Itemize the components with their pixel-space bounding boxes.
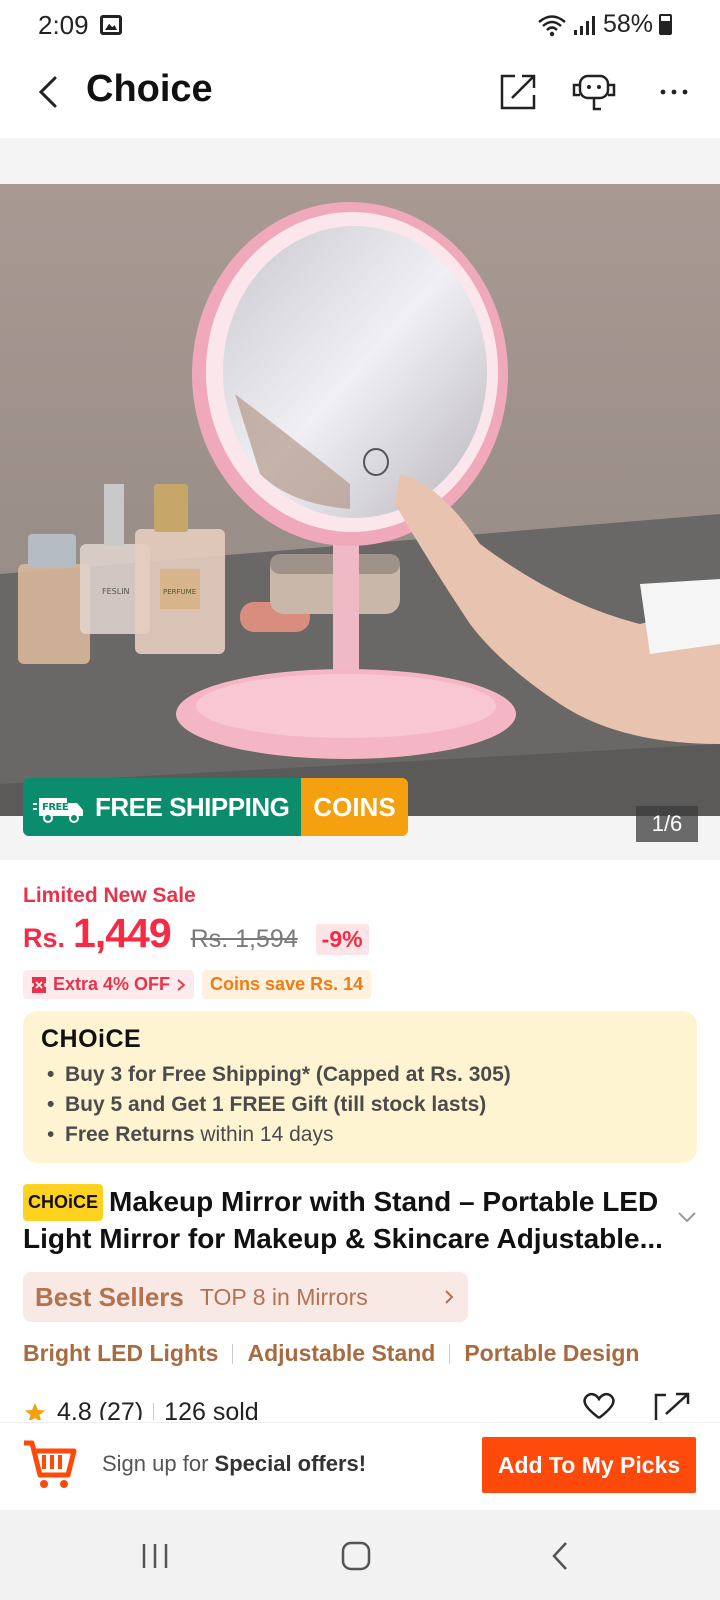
rating-score: 4.8 (27): [57, 1398, 144, 1420]
product-title-text: Makeup Mirror with Stand – Portable LED …: [23, 1186, 663, 1254]
truck-icon: FREE: [33, 798, 83, 823]
product-image-carousel[interactable]: FESLIN PERFUME: [0, 184, 720, 816]
perfume-label: PERFUME: [163, 588, 196, 596]
bottom-action-bar: Sign up for Special offers! Add To My Pi…: [0, 1422, 720, 1510]
free-mini-label: FREE: [42, 802, 69, 813]
battery-percent: 58%: [602, 10, 653, 38]
recent-apps-icon: [142, 1544, 168, 1568]
benefit-free-returns: Free Returns within 14 days: [41, 1120, 679, 1150]
choice-inline-badge: CHOiCE: [23, 1184, 104, 1221]
best-sellers-pill[interactable]: Best Sellers TOP 8 in Mirrors: [23, 1272, 468, 1322]
feature-tag: Adjustable Stand: [247, 1340, 436, 1366]
promo-row: Extra 4% OFF Coins save Rs. 14: [23, 970, 372, 999]
divider: [232, 1343, 234, 1364]
original-price: Rs. 1,594: [190, 925, 298, 953]
feature-tags: Bright LED Lights Adjustable Stand Porta…: [23, 1340, 639, 1367]
feature-tag: Portable Design: [464, 1340, 640, 1366]
extra-off-text: Extra 4% OFF: [53, 974, 171, 994]
extra-off-tag[interactable]: Extra 4% OFF: [23, 970, 195, 999]
coins-badge: COINS: [301, 778, 408, 836]
product-title[interactable]: CHOiCE Makeup Mirror with Stand – Portabl…: [23, 1184, 673, 1256]
home-icon: [341, 1541, 371, 1571]
share-button[interactable]: [494, 68, 542, 116]
recent-apps-button[interactable]: [133, 1534, 177, 1578]
app-header: Choice: [0, 52, 720, 138]
star-icon: [25, 1402, 45, 1420]
sale-label: Limited New Sale: [23, 884, 196, 907]
signup-prefix: Sign up for: [102, 1451, 215, 1476]
signal-icon: [573, 15, 595, 35]
price-row: Rs. 1,449 Rs. 1,594 -9%: [23, 910, 369, 957]
free-shipping-badge: FREE FREE SHIPPING: [23, 778, 302, 836]
more-dots-icon: [660, 89, 688, 95]
perfume-brand-label: FESLIN: [102, 587, 130, 596]
discount-badge: -9%: [315, 924, 369, 955]
share-icon: [500, 74, 536, 110]
chevron-right-icon: [445, 1290, 454, 1304]
battery-icon: [659, 14, 672, 35]
share-icon[interactable]: [652, 1392, 692, 1420]
current-price: 1,449: [73, 910, 172, 956]
signup-bold: Special offers!: [214, 1451, 367, 1476]
chat-bot-icon: [572, 74, 616, 111]
coins-save-tag: Coins save Rs. 14: [202, 970, 372, 999]
sold-count: 126 sold: [164, 1398, 259, 1420]
home-button[interactable]: [334, 1534, 378, 1578]
choice-benefits-list: Buy 3 for Free Shipping* (Capped at Rs. …: [41, 1060, 679, 1150]
choice-logo: CHOiCE: [41, 1025, 142, 1053]
best-sellers-title: Best Sellers: [35, 1281, 184, 1312]
divider: [153, 1402, 155, 1420]
price-currency: Rs.: [23, 923, 66, 953]
add-to-my-picks-button[interactable]: Add To My Picks: [482, 1437, 696, 1493]
status-bar: 2:09 58%: [0, 0, 720, 52]
chevron-down-icon[interactable]: [676, 1210, 698, 1224]
more-options-button[interactable]: [650, 68, 698, 116]
back-button[interactable]: [26, 70, 70, 114]
product-photo: FESLIN PERFUME: [0, 184, 720, 816]
signup-text[interactable]: Sign up for Special offers!: [102, 1451, 366, 1477]
heart-icon[interactable]: [580, 1392, 618, 1420]
system-back-button[interactable]: [538, 1534, 582, 1578]
free-returns-bold: Free Returns: [65, 1123, 195, 1146]
best-sellers-rank: TOP 8 in Mirrors: [199, 1283, 368, 1310]
page-title: Choice: [86, 68, 213, 110]
chevron-right-icon: [177, 978, 186, 991]
benefit-free-shipping: Buy 3 for Free Shipping* (Capped at Rs. …: [41, 1060, 679, 1090]
benefit-free-gift: Buy 5 and Get 1 FREE Gift (till stock la…: [41, 1090, 679, 1120]
choice-benefits-box: CHOiCE Buy 3 for Free Shipping* (Capped …: [23, 1011, 697, 1163]
cart-icon[interactable]: [22, 1437, 78, 1493]
system-nav-bar: [0, 1510, 720, 1600]
customer-service-button[interactable]: [570, 68, 618, 116]
coupon-icon: [32, 976, 46, 993]
gallery-notification-icon: [100, 15, 122, 35]
free-shipping-text: FREE SHIPPING: [95, 791, 290, 822]
chevron-left-icon: [38, 76, 57, 108]
chevron-left-icon: [552, 1542, 567, 1570]
header-spacer: [0, 138, 720, 184]
free-returns-rest: within 14 days: [194, 1123, 334, 1146]
status-time: 2:09: [38, 10, 89, 40]
divider: [449, 1343, 451, 1364]
shipping-coins-badge: FREE FREE SHIPPING COINS: [23, 778, 408, 836]
status-right: 58%: [537, 10, 672, 39]
wifi-icon: [538, 14, 566, 36]
image-counter: 1/6: [636, 806, 698, 842]
feature-tag: Bright LED Lights: [23, 1340, 219, 1366]
